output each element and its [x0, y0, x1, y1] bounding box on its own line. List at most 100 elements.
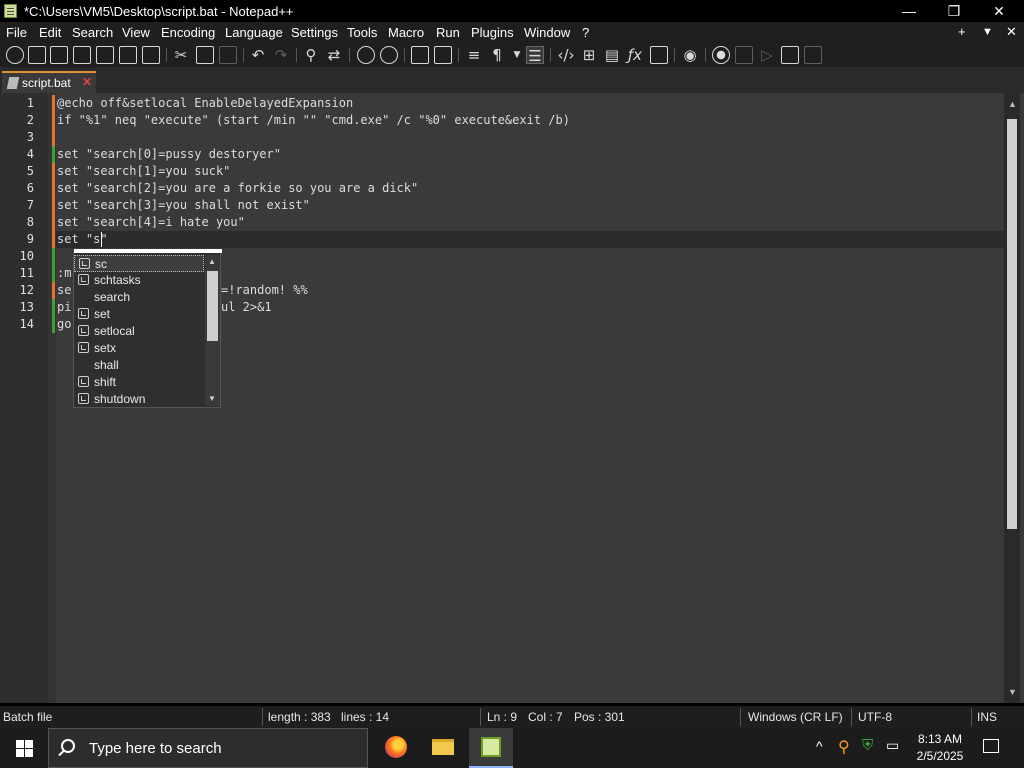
- undo-icon[interactable]: ↶: [249, 46, 267, 64]
- run-macro-multiple-icon[interactable]: [781, 46, 799, 64]
- function-list-icon[interactable]: ƒx: [626, 46, 644, 64]
- autocomplete-item[interactable]: shall: [74, 357, 204, 374]
- cursor-position: Pos : 301: [574, 710, 625, 724]
- tab-list-dropdown[interactable]: ▼: [982, 26, 993, 38]
- tab-script-bat[interactable]: script.bat ✕: [2, 71, 96, 93]
- close-button[interactable]: ✕: [976, 0, 1022, 22]
- redo-icon[interactable]: ↷: [272, 46, 290, 64]
- insert-mode[interactable]: INS: [977, 710, 997, 724]
- change-marker: [52, 282, 55, 299]
- file-icon: [6, 77, 20, 89]
- new-tab-button[interactable]: +: [958, 24, 966, 39]
- menu-search[interactable]: Search: [72, 25, 113, 40]
- notification-center-icon[interactable]: [983, 739, 999, 753]
- autocomplete-item[interactable]: schtasks: [74, 272, 204, 289]
- menu-language[interactable]: Language: [225, 25, 283, 40]
- find-icon[interactable]: ⚲: [302, 46, 320, 64]
- word-wrap-icon[interactable]: ≡: [465, 46, 483, 64]
- line-number: 13: [19, 300, 34, 314]
- autocomplete-item[interactable]: shift: [74, 374, 204, 391]
- document-map-icon[interactable]: ⊞: [580, 46, 598, 64]
- chevron-down-icon[interactable]: ▼: [508, 46, 526, 64]
- tab-close-icon[interactable]: ✕: [82, 75, 92, 89]
- cut-icon[interactable]: ✂: [172, 46, 190, 64]
- close-all-icon[interactable]: [119, 46, 137, 64]
- security-shield-icon[interactable]: ⛨: [862, 737, 873, 754]
- autocomplete-item[interactable]: sc: [74, 255, 204, 272]
- close-file-icon[interactable]: [96, 46, 114, 64]
- save-all-icon[interactable]: [73, 46, 91, 64]
- system-clock[interactable]: 8:13 AM 2/5/2025: [905, 731, 975, 765]
- cube-icon: [78, 376, 89, 387]
- autocomplete-item[interactable]: search: [74, 289, 204, 306]
- maximize-button[interactable]: ❐: [931, 0, 977, 22]
- autocomplete-item[interactable]: shutdown: [74, 391, 204, 408]
- minimize-button[interactable]: —: [886, 0, 932, 22]
- menu-view[interactable]: View: [122, 25, 150, 40]
- line-number: 8: [26, 215, 34, 229]
- sync-horizontal-icon[interactable]: [434, 46, 452, 64]
- line-number: 3: [26, 130, 34, 144]
- menu-plugins[interactable]: Plugins: [471, 25, 514, 40]
- zoom-in-icon[interactable]: [357, 46, 375, 64]
- taskbar-search[interactable]: Type here to search: [48, 728, 368, 768]
- cube-icon: [78, 342, 89, 353]
- eol-format[interactable]: Windows (CR LF): [748, 710, 843, 724]
- stop-macro-icon[interactable]: [735, 46, 753, 64]
- copy-icon[interactable]: [196, 46, 214, 64]
- menu-encoding[interactable]: Encoding: [161, 25, 215, 40]
- autocomplete-item[interactable]: setlocal: [74, 323, 204, 340]
- paste-icon[interactable]: [219, 46, 237, 64]
- menu-window[interactable]: Window: [524, 25, 570, 40]
- print-icon[interactable]: [142, 46, 160, 64]
- menu-file[interactable]: File: [6, 25, 27, 40]
- menu-macro[interactable]: Macro: [388, 25, 424, 40]
- change-marker: [52, 316, 55, 333]
- scroll-up-icon[interactable]: ▲: [1008, 99, 1017, 109]
- taskbar-firefox[interactable]: [373, 728, 417, 768]
- scroll-down-icon[interactable]: ▼: [208, 394, 216, 403]
- taskbar-file-explorer[interactable]: [421, 728, 465, 768]
- monitoring-icon[interactable]: ◉: [681, 46, 699, 64]
- scroll-up-icon[interactable]: ▲: [208, 257, 216, 266]
- replace-icon[interactable]: ⇄: [325, 46, 343, 64]
- encoding[interactable]: UTF-8: [858, 710, 892, 724]
- menu-run[interactable]: Run: [436, 25, 460, 40]
- document-list-icon[interactable]: ▤: [603, 46, 621, 64]
- open-file-icon[interactable]: [28, 46, 46, 64]
- close-document-button[interactable]: ✕: [1006, 24, 1017, 40]
- search-icon: [61, 739, 75, 753]
- save-macro-icon[interactable]: [804, 46, 822, 64]
- scrollbar-thumb[interactable]: [1007, 119, 1017, 529]
- play-macro-icon[interactable]: ▷: [758, 46, 776, 64]
- menu-settings[interactable]: Settings: [291, 25, 338, 40]
- title-bar: *C:\Users\VM5\Desktop\script.bat - Notep…: [0, 0, 1024, 22]
- autocomplete-item[interactable]: set: [74, 306, 204, 323]
- tray-overflow-icon[interactable]: ^: [816, 738, 823, 754]
- autocomplete-item[interactable]: setx: [74, 340, 204, 357]
- taskbar-notepad-plus-plus[interactable]: [469, 728, 513, 768]
- start-button[interactable]: [0, 728, 48, 768]
- xml-tags-icon[interactable]: ‹/›: [557, 46, 575, 64]
- autocomplete-scrollbar[interactable]: ▲ ▼: [205, 255, 220, 406]
- vertical-scrollbar[interactable]: ▲ ▼: [1004, 93, 1020, 703]
- tray-app-icon[interactable]: ⚲: [838, 737, 850, 757]
- cube-icon: [78, 308, 89, 319]
- folder-workspace-icon[interactable]: [650, 46, 668, 64]
- save-icon[interactable]: [50, 46, 68, 64]
- menu-edit[interactable]: Edit: [39, 25, 61, 40]
- record-macro-icon[interactable]: [712, 46, 730, 64]
- scroll-down-icon[interactable]: ▼: [1008, 687, 1017, 697]
- menu-help[interactable]: ?: [582, 25, 589, 40]
- new-file-icon[interactable]: [6, 46, 24, 64]
- zoom-out-icon[interactable]: [380, 46, 398, 64]
- network-icon[interactable]: ▭: [886, 737, 899, 754]
- indent-guide-icon[interactable]: ☰: [526, 46, 544, 65]
- code-line-fragment: =!random! %%: [221, 283, 308, 297]
- scrollbar-thumb[interactable]: [207, 271, 218, 341]
- taskbar: Type here to search ^ ⚲ ⛨ ▭ 8:13 AM 2/5/…: [0, 728, 1024, 768]
- menu-tools[interactable]: Tools: [347, 25, 377, 40]
- sync-vertical-icon[interactable]: [411, 46, 429, 64]
- show-all-characters-icon[interactable]: ¶: [488, 46, 506, 64]
- current-line-highlight: [56, 231, 1004, 248]
